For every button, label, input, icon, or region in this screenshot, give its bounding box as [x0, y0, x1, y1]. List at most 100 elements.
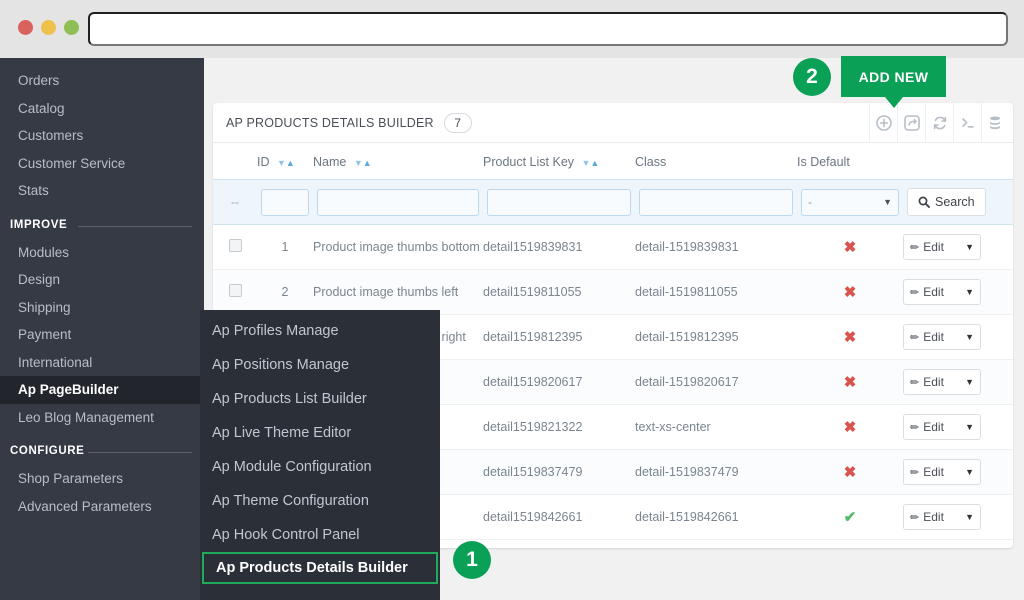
- minimize-window-dot[interactable]: [41, 20, 56, 35]
- filter-input-id[interactable]: [261, 188, 309, 216]
- column-label-name: Name: [313, 155, 347, 169]
- column-label-class: Class: [635, 155, 667, 169]
- pencil-icon: ✏: [910, 466, 920, 479]
- chevron-down-icon[interactable]: ▼: [965, 332, 974, 342]
- edit-button[interactable]: ✏ Edit ▼: [903, 324, 981, 350]
- column-header-id[interactable]: ID ▼▲: [257, 143, 313, 180]
- cross-icon: ✖: [843, 464, 857, 481]
- row-is-default: ✖: [797, 359, 903, 405]
- filter-input-class[interactable]: [639, 188, 793, 216]
- filter-select-is-default[interactable]: - ▼: [801, 188, 899, 216]
- row-actions: ✏ Edit ▼: [903, 269, 1013, 315]
- close-window-dot[interactable]: [18, 20, 33, 35]
- sort-arrows-id[interactable]: ▼▲: [277, 155, 295, 169]
- sidebar-item-advanced-parameters[interactable]: Advanced Parameters: [0, 493, 204, 521]
- table-header: ID ▼▲ Name ▼▲ Product List Key ▼▲ Class …: [213, 143, 1013, 180]
- filter-cell-id: [257, 179, 313, 225]
- column-header-actions: [903, 143, 1013, 180]
- submenu-item-ap-positions-manage[interactable]: Ap Positions Manage: [200, 348, 440, 382]
- record-count-badge: 7: [443, 112, 472, 133]
- chevron-down-icon[interactable]: ▼: [965, 512, 974, 522]
- add-icon[interactable]: [869, 103, 897, 143]
- row-checkbox[interactable]: [228, 239, 242, 252]
- address-bar[interactable]: [88, 12, 1008, 46]
- cross-icon: ✖: [843, 374, 857, 391]
- search-button[interactable]: Search: [907, 188, 986, 216]
- sidebar-item-payment[interactable]: Payment: [0, 321, 204, 349]
- row-id: 2: [257, 269, 313, 315]
- submenu-item-ap-profiles-manage[interactable]: Ap Profiles Manage: [200, 314, 440, 348]
- chevron-down-icon[interactable]: ▼: [965, 287, 974, 297]
- edit-button[interactable]: ✏ Edit ▼: [903, 279, 981, 305]
- edit-button[interactable]: ✏ Edit ▼: [903, 234, 981, 260]
- row-checkbox[interactable]: [228, 284, 242, 297]
- filter-input-product-list-key[interactable]: [487, 188, 631, 216]
- row-product-list-key: detail1519820617: [483, 359, 635, 405]
- section-divider: [78, 225, 192, 227]
- sidebar-item-shop-parameters[interactable]: Shop Parameters: [0, 465, 204, 493]
- sidebar-item-catalog[interactable]: Catalog: [0, 95, 204, 123]
- cross-icon: ✖: [843, 284, 857, 301]
- panel-toolbar: [869, 103, 1013, 143]
- sidebar-item-stats[interactable]: Stats: [0, 177, 204, 205]
- maximize-window-dot[interactable]: [64, 20, 79, 35]
- filter-input-name[interactable]: [317, 188, 479, 216]
- chevron-down-icon[interactable]: ▼: [965, 377, 974, 387]
- edit-button[interactable]: ✏ Edit ▼: [903, 459, 981, 485]
- table-row[interactable]: 1 Product image thumbs bottom detail1519…: [213, 224, 1013, 270]
- sidebar-item-design[interactable]: Design: [0, 266, 204, 294]
- sort-arrows-product-list-key[interactable]: ▼▲: [582, 155, 600, 169]
- check-icon: ✔: [843, 509, 857, 526]
- edit-button[interactable]: ✏ Edit ▼: [903, 504, 981, 530]
- sidebar-item-customers[interactable]: Customers: [0, 122, 204, 150]
- sidebar-item-customer-service[interactable]: Customer Service: [0, 150, 204, 178]
- filter-dash: --: [213, 179, 257, 225]
- column-header-is-default: Is Default: [797, 143, 903, 180]
- sidebar-item-ap-pagebuilder[interactable]: Ap PageBuilder: [0, 376, 204, 404]
- column-header-name[interactable]: Name ▼▲: [313, 143, 483, 180]
- cross-icon: ✖: [843, 239, 857, 256]
- chevron-down-icon: ▼: [883, 197, 892, 207]
- pencil-icon: ✏: [910, 376, 920, 389]
- row-class: detail-1519842661: [635, 494, 797, 540]
- submenu-item-ap-theme-configuration[interactable]: Ap Theme Configuration: [200, 484, 440, 518]
- row-actions: ✏ Edit ▼: [903, 449, 1013, 495]
- edit-button[interactable]: ✏ Edit ▼: [903, 369, 981, 395]
- column-header-select: [213, 143, 257, 180]
- submenu-item-ap-products-list-builder[interactable]: Ap Products List Builder: [200, 382, 440, 416]
- sort-arrows-name[interactable]: ▼▲: [354, 155, 372, 169]
- chevron-down-icon[interactable]: ▼: [965, 422, 974, 432]
- submenu-item-ap-hook-control-panel[interactable]: Ap Hook Control Panel: [200, 518, 440, 552]
- chevron-down-icon[interactable]: ▼: [965, 242, 974, 252]
- column-header-product-list-key[interactable]: Product List Key ▼▲: [483, 143, 635, 180]
- edit-button[interactable]: ✏ Edit ▼: [903, 414, 981, 440]
- ap-pagebuilder-submenu: Ap Profiles Manage Ap Positions Manage A…: [200, 310, 440, 600]
- column-header-class: Class: [635, 143, 797, 180]
- sidebar: Orders Catalog Customers Customer Servic…: [0, 58, 204, 600]
- sidebar-item-shipping[interactable]: Shipping: [0, 294, 204, 322]
- sidebar-item-leo-blog-management[interactable]: Leo Blog Management: [0, 404, 204, 432]
- sidebar-item-international[interactable]: International: [0, 349, 204, 377]
- export-icon[interactable]: [897, 103, 925, 143]
- row-actions: ✏ Edit ▼: [903, 224, 1013, 270]
- database-icon[interactable]: [981, 103, 1013, 143]
- table-row[interactable]: 2 Product image thumbs left detail151981…: [213, 269, 1013, 315]
- refresh-icon[interactable]: [925, 103, 953, 143]
- terminal-icon[interactable]: [953, 103, 981, 143]
- sidebar-item-orders[interactable]: Orders: [0, 67, 204, 95]
- row-is-default: ✖: [797, 269, 903, 315]
- sidebar-item-modules[interactable]: Modules: [0, 239, 204, 267]
- cross-icon: ✖: [843, 329, 857, 346]
- chevron-down-icon[interactable]: ▼: [965, 467, 974, 477]
- callout-badge-1: 1: [453, 541, 491, 579]
- submenu-item-ap-live-theme-editor[interactable]: Ap Live Theme Editor: [200, 416, 440, 450]
- row-is-default: ✖: [797, 404, 903, 450]
- filter-cell-class: [635, 179, 797, 225]
- submenu-item-ap-products-details-builder[interactable]: Ap Products Details Builder: [202, 552, 438, 584]
- cross-icon: ✖: [843, 419, 857, 436]
- pencil-icon: ✏: [910, 421, 920, 434]
- submenu-item-ap-module-configuration[interactable]: Ap Module Configuration: [200, 450, 440, 484]
- edit-button-label: Edit: [923, 285, 944, 299]
- pencil-icon: ✏: [910, 286, 920, 299]
- edit-button-label: Edit: [923, 375, 944, 389]
